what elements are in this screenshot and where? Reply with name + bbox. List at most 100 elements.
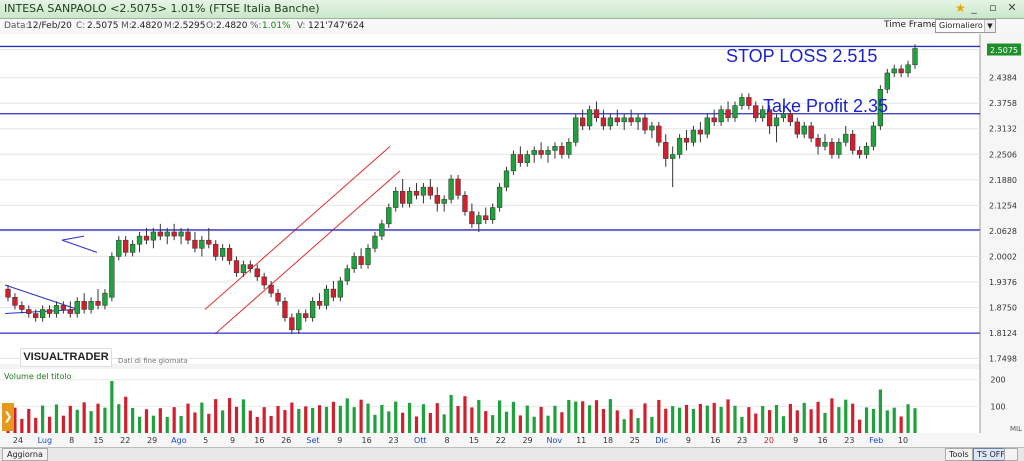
volume-bar	[671, 406, 675, 433]
volume-bar	[68, 405, 72, 433]
volume-bar	[781, 416, 786, 433]
volume-bar	[124, 396, 128, 433]
candle-body	[157, 231, 163, 237]
candle-body	[344, 268, 350, 282]
candle-body	[739, 97, 745, 106]
time-tick-label: Set	[306, 436, 319, 445]
volume-bar	[726, 399, 730, 433]
candle-body	[794, 121, 800, 135]
volume-bar	[172, 407, 176, 433]
volume-bar	[366, 403, 370, 433]
volume-bar	[761, 406, 765, 433]
candle-body	[199, 239, 205, 249]
volume-bar	[463, 396, 467, 433]
candle-body	[337, 280, 343, 298]
minimize-button[interactable]: _	[966, 1, 982, 15]
volume-bar	[117, 404, 121, 433]
options-button[interactable]	[1004, 448, 1018, 461]
volume-bar	[401, 412, 405, 433]
volume-bar	[795, 410, 799, 433]
volume-bar	[477, 399, 481, 433]
candle-body	[129, 243, 136, 253]
candle-body	[822, 142, 828, 147]
volume-bar	[643, 403, 647, 433]
volume-tick-label: 100	[990, 402, 1005, 411]
m2-value: 2.5295	[174, 21, 206, 31]
candle-body	[150, 231, 157, 241]
panel-expand-chevron-icon[interactable]: ❯	[2, 403, 14, 431]
candle-body	[580, 117, 586, 127]
volume-bar	[262, 407, 266, 433]
window-controls: _ ▫ ✕	[966, 1, 1020, 15]
volume-bar	[324, 406, 329, 433]
volume-bar	[511, 401, 516, 433]
close-button[interactable]: ✕	[1004, 1, 1020, 15]
volume-bar	[878, 389, 882, 433]
time-tick-label: Feb	[869, 436, 883, 445]
candle-body	[808, 125, 814, 139]
time-tick-label: 26	[281, 436, 291, 445]
candle-body	[240, 264, 247, 274]
candle-body	[67, 309, 73, 314]
candle-body	[683, 137, 690, 143]
candle-body	[219, 248, 226, 257]
volume-bar	[428, 413, 432, 433]
candle-body	[164, 231, 170, 237]
price-chart[interactable]: 2.5075 2.4384 2.3758 2.3132 2.2506 2.1880 2.12…	[0, 34, 1024, 460]
candle-body	[434, 195, 440, 204]
volume-bar	[906, 404, 910, 433]
volume-bar	[20, 418, 24, 433]
tools-button[interactable]: Tools	[945, 448, 973, 461]
volume-bar	[539, 406, 543, 433]
time-tick-label: 24	[13, 436, 23, 445]
volume-bar	[47, 416, 52, 433]
candle-body	[39, 309, 46, 318]
time-tick-label: 16	[710, 436, 720, 445]
volume-bar	[816, 401, 820, 433]
volume-bar	[61, 415, 65, 433]
timeframe-select[interactable]: Giornaliero ▼	[935, 19, 996, 33]
candle-body	[455, 178, 461, 196]
volume-bar	[913, 408, 917, 433]
volume-bar	[774, 405, 779, 433]
timeframe-label: Time Frame	[884, 20, 937, 30]
candle-body	[870, 125, 877, 147]
volume-bar	[421, 404, 426, 433]
refresh-button[interactable]: Aggiorna	[2, 448, 48, 461]
volume-bar	[186, 403, 190, 433]
candle-body	[60, 305, 67, 310]
volume-tick-label: 200	[990, 376, 1005, 385]
volume-bar	[234, 406, 239, 433]
candle-body	[642, 117, 648, 131]
time-tick-label: 18	[603, 436, 613, 445]
volume-bar	[608, 399, 612, 433]
volume-bar	[373, 414, 377, 433]
time-tick-label: 16	[362, 436, 372, 445]
time-tick-label: Ott	[414, 436, 427, 445]
candle-body	[801, 125, 807, 135]
volume-bar	[892, 407, 896, 433]
candle-body	[53, 305, 60, 314]
price-tick-label: 2.1880	[989, 176, 1017, 185]
candle-body	[545, 150, 551, 155]
candle-body	[635, 117, 641, 123]
candle-body	[469, 211, 475, 225]
volume-bar	[601, 409, 606, 433]
candle-body	[621, 117, 627, 123]
candle-body	[607, 117, 614, 127]
maximize-button[interactable]: ▫	[985, 1, 1001, 15]
volume-bar	[546, 415, 550, 433]
candle-body	[566, 142, 572, 155]
candle-body	[912, 48, 918, 66]
volume-bar	[414, 416, 419, 433]
time-tick-label: 10	[898, 436, 908, 445]
time-tick-label: 16	[817, 436, 827, 445]
candle-body	[178, 231, 184, 237]
volume-label: Volume del titolo	[4, 372, 72, 381]
volume-unit-label: MIL	[1010, 425, 1022, 433]
candle-body	[476, 215, 482, 225]
candle-body	[600, 117, 607, 127]
favorite-star-icon[interactable]: ★	[955, 1, 966, 15]
volume-bar	[165, 417, 169, 433]
candle-body	[365, 248, 371, 265]
